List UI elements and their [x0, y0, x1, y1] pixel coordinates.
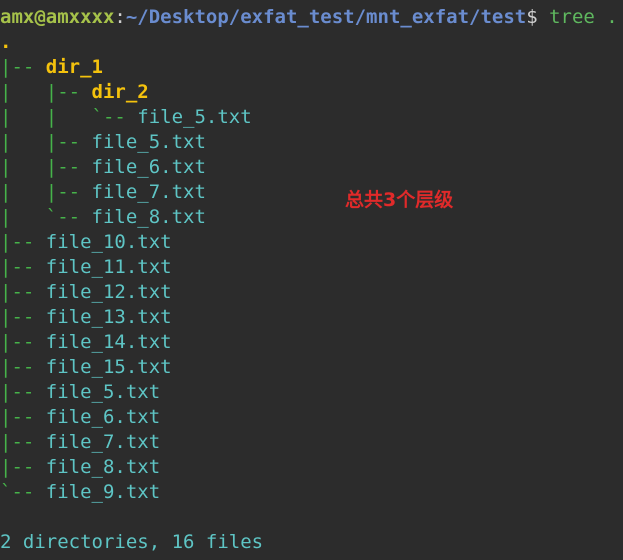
tree-branch: |--	[0, 231, 46, 253]
tree-branch: `--	[0, 481, 46, 503]
tree-branch: | |--	[0, 81, 92, 103]
prompt-command: tree .	[537, 6, 618, 28]
tree-file-name: file_5.txt	[91, 131, 206, 153]
tree-file-name: file_5.txt	[137, 106, 252, 128]
tree-line: |-- file_8.txt	[0, 455, 160, 480]
prompt-user-host: amx@amxxxx	[0, 6, 115, 28]
tree-branch: | |--	[0, 131, 92, 153]
tree-line: | |-- dir_2	[0, 80, 149, 105]
tree-branch: |--	[0, 356, 46, 378]
tree-file-name: file_6.txt	[45, 406, 161, 428]
tree-branch: | |--	[0, 181, 92, 203]
tree-branch: |--	[0, 406, 46, 428]
tree-directory-name: dir_1	[45, 56, 103, 78]
tree-file-name: file_11.txt	[45, 256, 172, 278]
prompt-line: amx@amxxxx:~/Desktop/exfat_test/mnt_exfa…	[0, 5, 618, 30]
tree-directory-name: dir_2	[91, 81, 149, 103]
tree-file-name: file_5.txt	[45, 381, 161, 403]
tree-summary: 2 directories, 16 files	[0, 531, 264, 553]
tree-file-name: file_15.txt	[45, 356, 172, 378]
prompt-separator: :	[114, 6, 126, 28]
tree-file-name: file_10.txt	[45, 231, 172, 253]
tree-file-name: file_8.txt	[91, 206, 206, 228]
tree-line: |-- file_6.txt	[0, 405, 160, 430]
tree-file-name: file_7.txt	[45, 431, 161, 453]
tree-branch: |--	[0, 456, 46, 478]
tree-line: |-- file_15.txt	[0, 355, 172, 380]
tree-line: |-- file_13.txt	[0, 305, 172, 330]
tree-line: | `-- file_8.txt	[0, 205, 206, 230]
tree-file-name: file_8.txt	[45, 456, 161, 478]
annotation-label: 总共3个层级	[345, 189, 454, 211]
tree-line: |-- dir_1	[0, 55, 103, 80]
tree-file-name: file_7.txt	[91, 181, 206, 203]
tree-file-name: file_13.txt	[45, 306, 172, 328]
tree-line: |-- file_11.txt	[0, 255, 172, 280]
tree-line: |-- file_7.txt	[0, 430, 160, 455]
tree-file-name: file_14.txt	[45, 331, 172, 353]
tree-root: .	[0, 31, 12, 53]
tree-line: |-- file_14.txt	[0, 330, 172, 355]
tree-line: | | `-- file_5.txt	[0, 105, 252, 130]
tree-file-name: file_9.txt	[45, 481, 161, 503]
tree-file-name: file_6.txt	[91, 156, 206, 178]
tree-branch: |--	[0, 331, 46, 353]
tree-line: | |-- file_7.txt	[0, 180, 206, 205]
tree-branch: |--	[0, 381, 46, 403]
prompt-dollar: $	[526, 6, 538, 28]
tree-branch: |--	[0, 256, 46, 278]
tree-line: `-- file_9.txt	[0, 480, 160, 505]
tree-branch: | | `--	[0, 106, 138, 128]
tree-branch: | `--	[0, 206, 92, 228]
tree-branch: |--	[0, 281, 46, 303]
tree-line: |-- file_10.txt	[0, 230, 172, 255]
tree-branch: |--	[0, 431, 46, 453]
terminal-window[interactable]: amx@amxxxx:~/Desktop/exfat_test/mnt_exfa…	[0, 0, 623, 560]
tree-line: |-- file_12.txt	[0, 280, 172, 305]
tree-branch: | |--	[0, 156, 92, 178]
tree-line: | |-- file_6.txt	[0, 155, 206, 180]
tree-file-name: file_12.txt	[45, 281, 172, 303]
prompt-path: ~/Desktop/exfat_test/mnt_exfat/test	[125, 6, 527, 28]
tree-branch: |--	[0, 56, 46, 78]
tree-line: | |-- file_5.txt	[0, 130, 206, 155]
tree-line: |-- file_5.txt	[0, 380, 160, 405]
tree-branch: |--	[0, 306, 46, 328]
